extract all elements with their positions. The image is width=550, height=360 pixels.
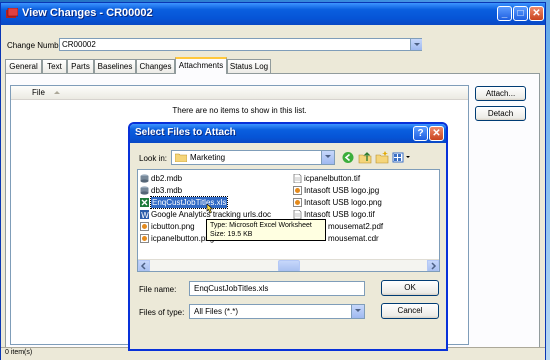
view-menu-icon[interactable] bbox=[392, 151, 412, 164]
image-icon bbox=[140, 222, 149, 231]
chevron-down-icon bbox=[355, 309, 361, 312]
change-number-dropdown-button[interactable] bbox=[410, 39, 422, 50]
window-title: View Changes - CR00002 bbox=[22, 7, 153, 19]
look-in-dropdown-button[interactable] bbox=[321, 151, 334, 164]
back-icon[interactable] bbox=[341, 151, 355, 164]
file-name: Intasoft USB logo.jpg bbox=[304, 186, 380, 195]
select-files-dialog: Select Files to Attach ? ✕ Look in: Mark… bbox=[128, 122, 448, 351]
change-number-field[interactable]: CR00002 bbox=[59, 38, 422, 51]
look-in-value: Marketing bbox=[190, 153, 226, 162]
file-name: icpanelbutton.png bbox=[151, 234, 215, 243]
files-of-type-select[interactable]: All Files (*.*) bbox=[189, 304, 365, 319]
chevron-right-icon bbox=[431, 262, 437, 270]
ok-button[interactable]: OK bbox=[381, 280, 439, 296]
dialog-close-button[interactable]: ✕ bbox=[429, 126, 444, 141]
help-button[interactable]: ? bbox=[413, 126, 428, 141]
file-name: mousemat.cdr bbox=[328, 234, 379, 243]
file-column-label: File bbox=[32, 88, 45, 97]
horizontal-scrollbar[interactable] bbox=[138, 259, 439, 271]
excel-icon bbox=[140, 198, 149, 207]
chevron-left-icon bbox=[140, 262, 146, 270]
file-name: EnqCustJobTitles.xls bbox=[149, 196, 229, 209]
document-icon bbox=[293, 210, 302, 219]
tab-baselines[interactable]: Baselines bbox=[94, 59, 136, 73]
scroll-right-button[interactable] bbox=[427, 260, 439, 271]
tab-status-log[interactable]: Status Log bbox=[227, 59, 271, 73]
file-name: db3.mdb bbox=[151, 186, 183, 195]
new-folder-icon[interactable] bbox=[375, 151, 389, 164]
tab-general[interactable]: General bbox=[5, 59, 42, 73]
database-icon bbox=[140, 186, 149, 195]
file-name: icpanelbutton.tif bbox=[304, 174, 361, 183]
file-column-header[interactable]: File bbox=[11, 86, 468, 100]
minimize-button[interactable]: _ bbox=[497, 6, 512, 21]
sort-ascending-icon bbox=[54, 91, 60, 94]
svg-text:W: W bbox=[141, 211, 149, 219]
cancel-button[interactable]: Cancel bbox=[381, 303, 439, 319]
tab-text[interactable]: Text bbox=[42, 59, 67, 73]
close-button[interactable]: ✕ bbox=[529, 6, 544, 21]
tab-changes[interactable]: Changes bbox=[136, 59, 175, 73]
status-item-count: 0 item(s) bbox=[5, 349, 33, 356]
scroll-left-button[interactable] bbox=[138, 260, 150, 271]
change-number-value: CR00002 bbox=[62, 40, 96, 49]
empty-list-message: There are no items to show in this list. bbox=[172, 106, 307, 115]
image-icon bbox=[293, 198, 302, 207]
app-icon bbox=[6, 8, 18, 18]
image-icon bbox=[293, 186, 302, 195]
tooltip-size: Size: 19.5 KB bbox=[210, 231, 253, 238]
tab-parts[interactable]: Parts bbox=[67, 59, 94, 73]
files-of-type-dropdown-button[interactable] bbox=[351, 305, 364, 318]
mouse-cursor-icon bbox=[206, 204, 214, 214]
database-icon bbox=[140, 174, 149, 183]
attach-button[interactable]: Attach... bbox=[475, 86, 526, 101]
document-icon bbox=[293, 174, 302, 183]
chevron-down-icon bbox=[325, 155, 331, 158]
file-name-label: File name: bbox=[139, 285, 177, 294]
file-name: db2.mdb bbox=[151, 174, 183, 183]
file-name: icbutton.png bbox=[151, 222, 195, 231]
dialog-titlebar[interactable]: Select Files to Attach ? ✕ bbox=[130, 124, 446, 143]
image-icon bbox=[140, 234, 149, 243]
window-titlebar[interactable]: View Changes - CR00002 _ □ ✕ bbox=[1, 3, 545, 25]
files-of-type-label: Files of type: bbox=[139, 308, 185, 317]
tab-attachments[interactable]: Attachments bbox=[175, 57, 227, 74]
look-in-select[interactable]: Marketing bbox=[171, 150, 335, 165]
detach-button[interactable]: Detach bbox=[475, 106, 526, 121]
maximize-button[interactable]: □ bbox=[513, 6, 528, 21]
chevron-down-icon bbox=[414, 43, 420, 46]
file-info-tooltip: Type: Microsoft Excel Worksheet Size: 19… bbox=[206, 219, 326, 241]
scroll-thumb[interactable] bbox=[278, 260, 300, 271]
file-name: Intasoft USB logo.png bbox=[304, 198, 382, 207]
file-name: mousemat2.pdf bbox=[328, 222, 384, 231]
look-in-label: Look in: bbox=[139, 154, 168, 163]
dialog-title: Select Files to Attach bbox=[135, 127, 236, 138]
up-folder-icon[interactable] bbox=[358, 151, 372, 164]
word-icon: W bbox=[140, 210, 149, 219]
tooltip-type: Type: Microsoft Excel Worksheet bbox=[210, 222, 312, 229]
file-name-input[interactable]: EnqCustJobTitles.xls bbox=[189, 281, 365, 296]
folder-icon bbox=[175, 153, 187, 162]
